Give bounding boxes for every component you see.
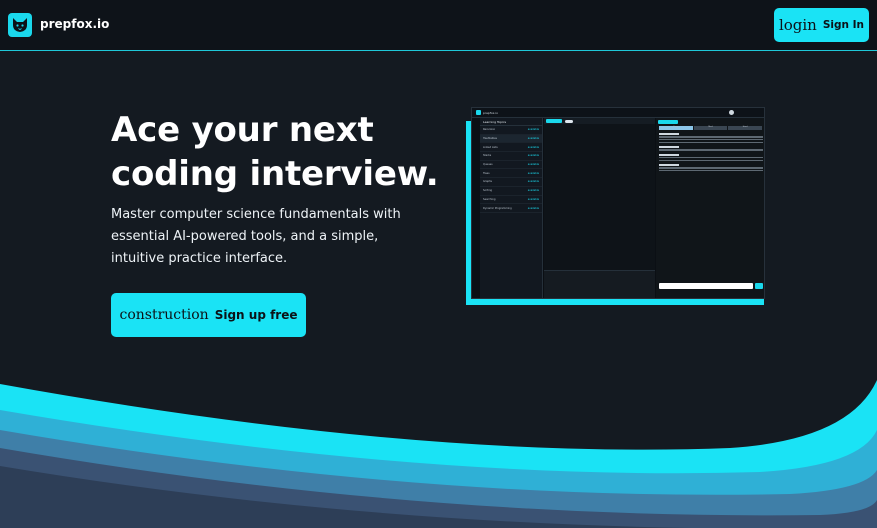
preview-topic-status: available [527, 180, 539, 184]
preview-toggle [565, 119, 573, 123]
construction-icon: construction [119, 307, 209, 323]
preview-topic-name: Dynamic Programming [483, 206, 512, 210]
preview-sidebar: Learning Topics Recursion available Hashta… [480, 118, 543, 298]
sign-up-label: Sign up free [214, 308, 298, 322]
preview-avatar [729, 110, 734, 115]
preview-topic-status: available [527, 171, 539, 175]
hero-headline: Ace your next coding interview. [111, 110, 439, 194]
preview-topic-name: Queues [483, 163, 493, 167]
preview-heading-line [659, 164, 679, 166]
preview-topic-name: Stacks [483, 154, 492, 158]
sign-in-button[interactable]: login Sign In [774, 8, 869, 42]
preview-text-line [659, 159, 763, 162]
preview-send-icon [755, 283, 763, 289]
preview-topic-row: Trees available [480, 169, 542, 179]
preview-logo-icon [476, 110, 481, 115]
preview-topic-row: Stacks available [480, 152, 542, 161]
preview-topic-status: available [527, 128, 539, 132]
preview-sidebar-title: Learning Topics [480, 118, 542, 126]
preview-topic-row: Recursion available [480, 126, 542, 135]
preview-text-line [659, 138, 763, 141]
preview-topic-status: available [527, 145, 539, 149]
preview-topic-row: Searching available [480, 196, 542, 205]
fox-logo-icon[interactable] [8, 13, 32, 37]
preview-topic-name: Sorting [483, 189, 492, 193]
preview-text-line [659, 170, 763, 172]
preview-topic-status: available [527, 197, 539, 201]
login-icon: login [778, 16, 817, 34]
preview-topic-row: Dynamic Programming available [480, 204, 542, 213]
preview-topic-status: available [527, 206, 539, 210]
preview-topic-name: Searching [483, 197, 496, 201]
preview-topic-status: available [527, 163, 539, 167]
preview-brand: prepfox.io [483, 111, 499, 115]
preview-difficulty-easy: Easy [659, 126, 694, 130]
preview-topic-status: available [527, 154, 539, 158]
preview-topic-status: available [527, 189, 539, 193]
preview-text-line [659, 141, 763, 144]
preview-difficulty-hard: Hard [728, 126, 764, 130]
preview-chat-input [659, 283, 753, 289]
app-preview-image: prepfox.io Learning Topics Recursion avai… [471, 107, 765, 299]
preview-problem-panel: Easy Med Hard [656, 118, 764, 298]
preview-text-line [659, 156, 763, 159]
top-nav: prepfox.io login Sign In [0, 0, 877, 51]
preview-topic-row: Hashtables available [480, 134, 542, 144]
preview-topic-status: available [527, 137, 539, 141]
brand-name[interactable]: prepfox.io [40, 17, 109, 31]
preview-text-line [659, 167, 763, 169]
preview-topic-name: Recursion [483, 128, 496, 132]
decorative-waves [0, 380, 877, 528]
preview-topic-name: Graphs [483, 180, 492, 184]
preview-panel-tab [658, 120, 678, 124]
preview-heading-line [659, 133, 679, 135]
sign-up-button[interactable]: construction Sign up free [111, 293, 306, 337]
preview-topbar: prepfox.io [472, 108, 764, 118]
preview-editor-toolbar [544, 118, 655, 124]
preview-topic-row: Queues available [480, 161, 542, 170]
preview-topic-name: Hashtables [483, 137, 497, 141]
preview-text-line [659, 136, 763, 138]
preview-code-editor [544, 118, 655, 298]
hero-subtext: Master computer science fundamentals wit… [111, 207, 401, 266]
preview-topic-name: Linked Lists [483, 145, 498, 149]
preview-run-chip [546, 119, 562, 123]
preview-difficulty-med: Med [693, 126, 729, 130]
preview-text-line [659, 149, 763, 151]
preview-difficulty-selector: Easy Med Hard [659, 126, 764, 130]
preview-topic-row: Linked Lists available [480, 143, 542, 153]
preview-heading-line [659, 146, 679, 148]
preview-heading-line [659, 153, 679, 156]
sign-in-label: Sign In [822, 19, 865, 31]
preview-console [544, 270, 655, 298]
preview-topic-row: Sorting available [480, 187, 542, 196]
preview-topic-name: Trees [483, 171, 490, 175]
preview-topic-row: Graphs available [480, 178, 542, 187]
